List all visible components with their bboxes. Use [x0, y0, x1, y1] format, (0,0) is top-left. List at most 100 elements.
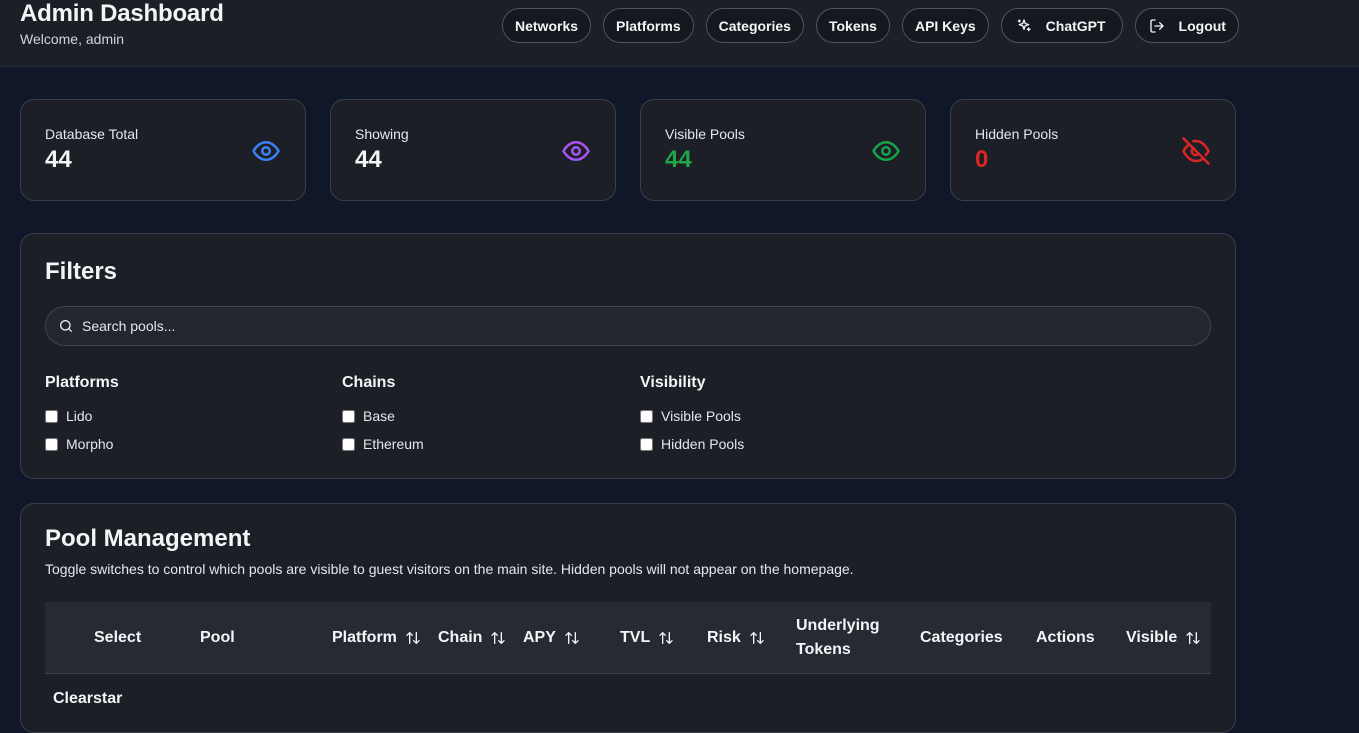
stat-value: 44: [665, 146, 692, 173]
networks-button[interactable]: Networks: [502, 8, 592, 43]
stat-visible-pools: Visible Pools 44: [640, 99, 926, 201]
column-label: Select: [94, 629, 142, 646]
filters-title: Filters: [45, 258, 118, 285]
column-label: Actions: [1036, 629, 1095, 646]
pool-management-description: Toggle switches to control which pools a…: [45, 561, 854, 577]
top-nav: Networks Platforms Categories Tokens API…: [502, 8, 1239, 43]
pools-table-header: Select Pool Platform Chain APY TVL Risk …: [45, 602, 1211, 674]
column-chain[interactable]: Chain: [438, 602, 506, 674]
column-visible[interactable]: Visible: [1126, 602, 1201, 674]
column-label: Tokens: [796, 641, 851, 658]
page-title: Admin Dashboard: [20, 0, 224, 27]
eye-icon: [872, 141, 900, 161]
filter-option-label: Lido: [66, 408, 93, 424]
pool-management-title: Pool Management: [45, 525, 251, 552]
stat-value: 0: [975, 146, 989, 173]
column-actions: Actions: [1036, 602, 1095, 674]
stat-value: 44: [45, 146, 72, 173]
column-risk[interactable]: Risk: [707, 602, 765, 674]
search-input[interactable]: [82, 318, 1182, 334]
visibility-filter-title: Visibility: [640, 374, 706, 391]
platforms-filter-title: Platforms: [45, 374, 119, 391]
stat-hidden-pools: Hidden Pools 0: [950, 99, 1236, 201]
filter-option-morpho[interactable]: Morpho: [45, 430, 119, 458]
filter-option-ethereum[interactable]: Ethereum: [342, 430, 424, 458]
column-label: Visible: [1126, 629, 1178, 646]
sort-icon: [750, 632, 764, 644]
filter-option-label: Base: [363, 408, 395, 424]
filter-option-lido[interactable]: Lido: [45, 402, 119, 430]
column-label: Categories: [920, 629, 1003, 646]
filter-option-label: Morpho: [66, 436, 114, 452]
api-keys-button[interactable]: API Keys: [901, 8, 989, 43]
checkbox[interactable]: [45, 437, 58, 451]
column-label: Pool: [200, 629, 235, 646]
filter-option-visible-pools[interactable]: Visible Pools: [640, 402, 744, 430]
logout-button[interactable]: Logout: [1134, 8, 1239, 43]
filters-card: Filters Platforms Lido Morpho Chains Bas…: [20, 233, 1236, 479]
sort-icon: [1186, 632, 1200, 644]
logout-icon: [1149, 18, 1164, 33]
checkbox[interactable]: [640, 437, 653, 451]
chatgpt-button[interactable]: ChatGPT: [1000, 8, 1123, 43]
platforms-filter: Platforms Lido Morpho: [45, 374, 119, 458]
column-select: Select: [94, 602, 141, 674]
stat-label: Database Total: [45, 126, 139, 142]
stat-label: Visible Pools: [665, 126, 745, 142]
welcome-text: Welcome, admin: [20, 31, 125, 47]
sort-icon: [565, 632, 579, 644]
eye-icon: [252, 141, 280, 161]
column-label: Risk: [707, 629, 741, 646]
networks-label: Networks: [515, 17, 579, 34]
filter-option-hidden-pools[interactable]: Hidden Pools: [640, 430, 744, 458]
table-row-first-cell: Clearstar: [53, 690, 123, 707]
api-keys-label: API Keys: [914, 17, 976, 34]
visibility-filter: Visibility Visible Pools Hidden Pools: [640, 374, 744, 458]
logout-label: Logout: [1178, 17, 1226, 34]
column-label: TVL: [620, 629, 651, 646]
tokens-button[interactable]: Tokens: [815, 8, 890, 43]
sort-icon: [659, 632, 673, 644]
brand: Admin Dashboard Welcome, admin: [20, 0, 224, 47]
column-pool: Pool: [200, 602, 235, 674]
stat-label: Showing: [355, 126, 409, 142]
tokens-label: Tokens: [828, 17, 877, 34]
checkbox[interactable]: [640, 409, 653, 423]
column-platform[interactable]: Platform: [332, 602, 421, 674]
sort-icon: [406, 632, 420, 644]
categories-label: Categories: [718, 17, 791, 34]
checkbox[interactable]: [342, 409, 355, 423]
search-box[interactable]: [45, 306, 1211, 346]
eye-off-icon: [1182, 137, 1210, 165]
search-icon: [59, 320, 72, 332]
categories-button[interactable]: Categories: [705, 8, 804, 43]
platforms-label: Platforms: [616, 17, 681, 34]
column-label: Underlying: [796, 617, 880, 634]
stat-value: 44: [355, 146, 382, 173]
eye-icon: [562, 141, 590, 161]
chatgpt-label: ChatGPT: [1045, 17, 1106, 34]
column-label: Platform: [332, 629, 397, 646]
sparkles-icon: [1017, 18, 1031, 31]
column-label: Chain: [438, 629, 483, 646]
checkbox[interactable]: [45, 409, 58, 423]
chains-filter-title: Chains: [342, 374, 396, 391]
pool-management-card: Pool Management Toggle switches to contr…: [20, 503, 1236, 733]
stat-database-total: Database Total 44: [20, 99, 306, 201]
column-underlying-tokens: Underlying Tokens: [796, 602, 880, 674]
sort-icon: [491, 632, 506, 644]
stat-showing: Showing 44: [330, 99, 616, 201]
column-categories: Categories: [920, 602, 1003, 674]
filter-option-label: Hidden Pools: [661, 436, 745, 452]
column-label: APY: [523, 629, 556, 646]
column-apy[interactable]: APY: [523, 602, 580, 674]
stat-label: Hidden Pools: [975, 126, 1059, 142]
top-bar: Admin Dashboard Welcome, admin Networks …: [0, 0, 1359, 67]
column-tvl[interactable]: TVL: [620, 602, 674, 674]
filter-option-label: Ethereum: [363, 436, 424, 452]
filter-option-label: Visible Pools: [661, 408, 741, 424]
chains-filter: Chains Base Ethereum: [342, 374, 424, 458]
platforms-button[interactable]: Platforms: [603, 8, 694, 43]
checkbox[interactable]: [342, 437, 355, 451]
filter-option-base[interactable]: Base: [342, 402, 424, 430]
